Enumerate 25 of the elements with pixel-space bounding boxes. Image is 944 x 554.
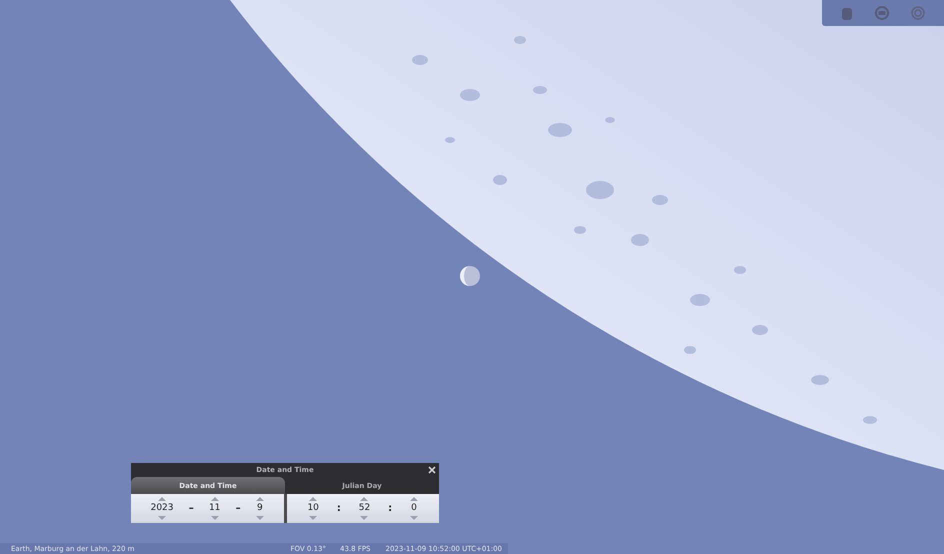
spinbox-value[interactable]: 0 [411, 503, 417, 514]
close-icon[interactable] [428, 466, 436, 474]
down-arrow-icon[interactable] [410, 516, 418, 520]
small-moon-drawing [460, 266, 480, 286]
down-arrow-icon[interactable] [158, 516, 166, 520]
separator-text: : [388, 503, 392, 514]
down-arrow-icon[interactable] [256, 516, 264, 520]
up-arrow-icon[interactable] [210, 497, 219, 501]
target-icon[interactable] [911, 6, 925, 20]
separator-text: – [188, 503, 194, 514]
spinbox-value[interactable]: 52 [358, 503, 370, 514]
spinbox-value[interactable]: 10 [307, 503, 319, 514]
down-arrow-icon[interactable] [210, 516, 219, 520]
separator-text: : [336, 503, 341, 514]
up-arrow-icon[interactable] [158, 497, 166, 501]
up-arrow-icon[interactable] [360, 497, 368, 501]
separator-text: – [236, 503, 241, 514]
spinbox-value[interactable]: 11 [208, 503, 220, 514]
spinbox-value[interactable]: 2023 [150, 503, 174, 514]
up-arrow-icon[interactable] [309, 497, 318, 501]
down-arrow-icon[interactable] [309, 516, 318, 520]
down-arrow-icon[interactable] [360, 516, 368, 520]
up-arrow-icon[interactable] [410, 497, 418, 501]
spinbox-value[interactable]: 9 [256, 503, 263, 514]
up-arrow-icon[interactable] [256, 497, 264, 501]
